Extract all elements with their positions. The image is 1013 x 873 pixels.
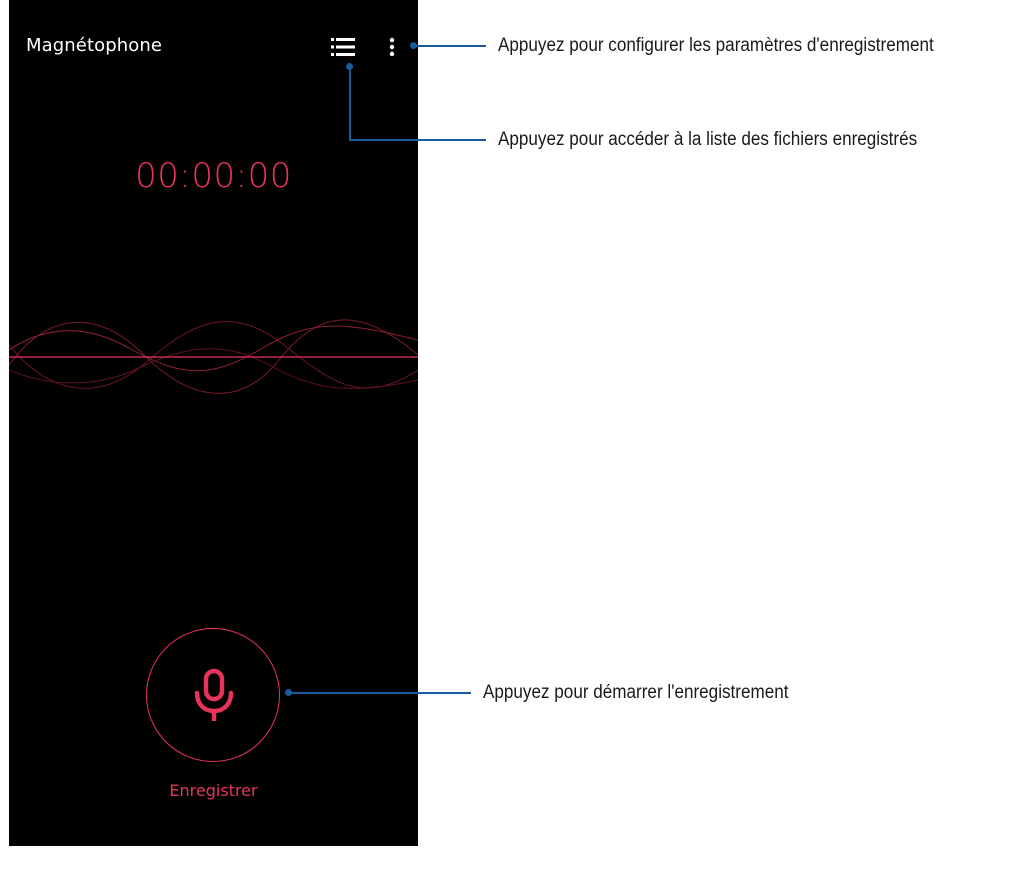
waveform-visualization — [9, 319, 418, 394]
callout-line-settings — [414, 45, 486, 47]
record-label: Enregistrer — [169, 781, 258, 800]
voice-recorder-screen: Magnétophone 00:00:00 Enregistrer — [9, 0, 418, 846]
app-title: Magnétophone — [26, 35, 163, 56]
callout-file-list: Appuyez pour accéder à la liste des fich… — [498, 129, 918, 150]
recording-timer: 00:00:00 — [135, 156, 292, 196]
callout-line-record — [289, 692, 471, 694]
callout-line-file-list-vertical — [349, 66, 351, 140]
more-options-icon[interactable] — [386, 37, 398, 57]
record-button[interactable] — [146, 628, 280, 762]
list-icon[interactable] — [331, 37, 355, 57]
callout-settings: Appuyez pour configurer les paramètres d… — [498, 35, 934, 56]
callout-start-recording: Appuyez pour démarrer l'enregistrement — [483, 682, 789, 703]
callout-line-file-list-horizontal — [349, 139, 486, 141]
microphone-icon — [194, 668, 234, 721]
